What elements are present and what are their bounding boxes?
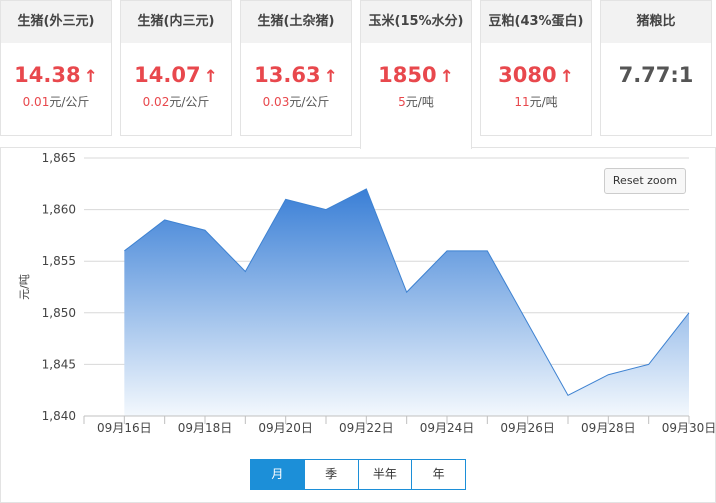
period-month-button[interactable]: 月 bbox=[251, 460, 305, 489]
card-change: 5元/吨 bbox=[398, 95, 434, 109]
price-chart: 1,840 1,845 1,850 1,855 1,860 1,865 09月16日 09月1… bbox=[18, 151, 716, 435]
y-tick-label: 1,855 bbox=[42, 254, 76, 268]
reset-zoom-button[interactable]: Reset zoom bbox=[604, 168, 686, 194]
x-tick-label: 09月24日 bbox=[420, 421, 475, 435]
y-tick-label: 1,840 bbox=[42, 409, 76, 423]
y-tick-label: 1,845 bbox=[42, 357, 76, 371]
y-tick-label: 1,865 bbox=[42, 151, 76, 165]
period-half-year-button[interactable]: 半年 bbox=[359, 460, 413, 489]
y-tick-label: 1,860 bbox=[42, 203, 76, 217]
up-arrow-icon: ↑ bbox=[439, 67, 454, 87]
x-tick-label: 09月26日 bbox=[500, 421, 555, 435]
x-tick-label: 09月18日 bbox=[178, 421, 233, 435]
x-tick-label: 09月28日 bbox=[581, 421, 636, 435]
series-area bbox=[124, 188, 690, 416]
x-tick-label: 09月20日 bbox=[258, 421, 313, 435]
y-tick-label: 1,850 bbox=[42, 306, 76, 320]
period-selector: 月 季 半年 年 bbox=[250, 459, 466, 490]
card-title: 玉米(15%水分) bbox=[361, 1, 471, 43]
x-tick-label: 09月30日 bbox=[662, 421, 716, 435]
period-year-button[interactable]: 年 bbox=[412, 460, 465, 489]
x-tick-label: 09月16日 bbox=[97, 421, 152, 435]
x-tick-label: 09月22日 bbox=[339, 421, 394, 435]
price-card-corn[interactable]: 玉米(15%水分) 1850 ↑ 5元/吨 bbox=[360, 0, 472, 149]
y-axis-label: 元/吨 bbox=[18, 274, 31, 300]
card-price: 1850 ↑ bbox=[378, 63, 454, 87]
period-quarter-button[interactable]: 季 bbox=[305, 460, 359, 489]
